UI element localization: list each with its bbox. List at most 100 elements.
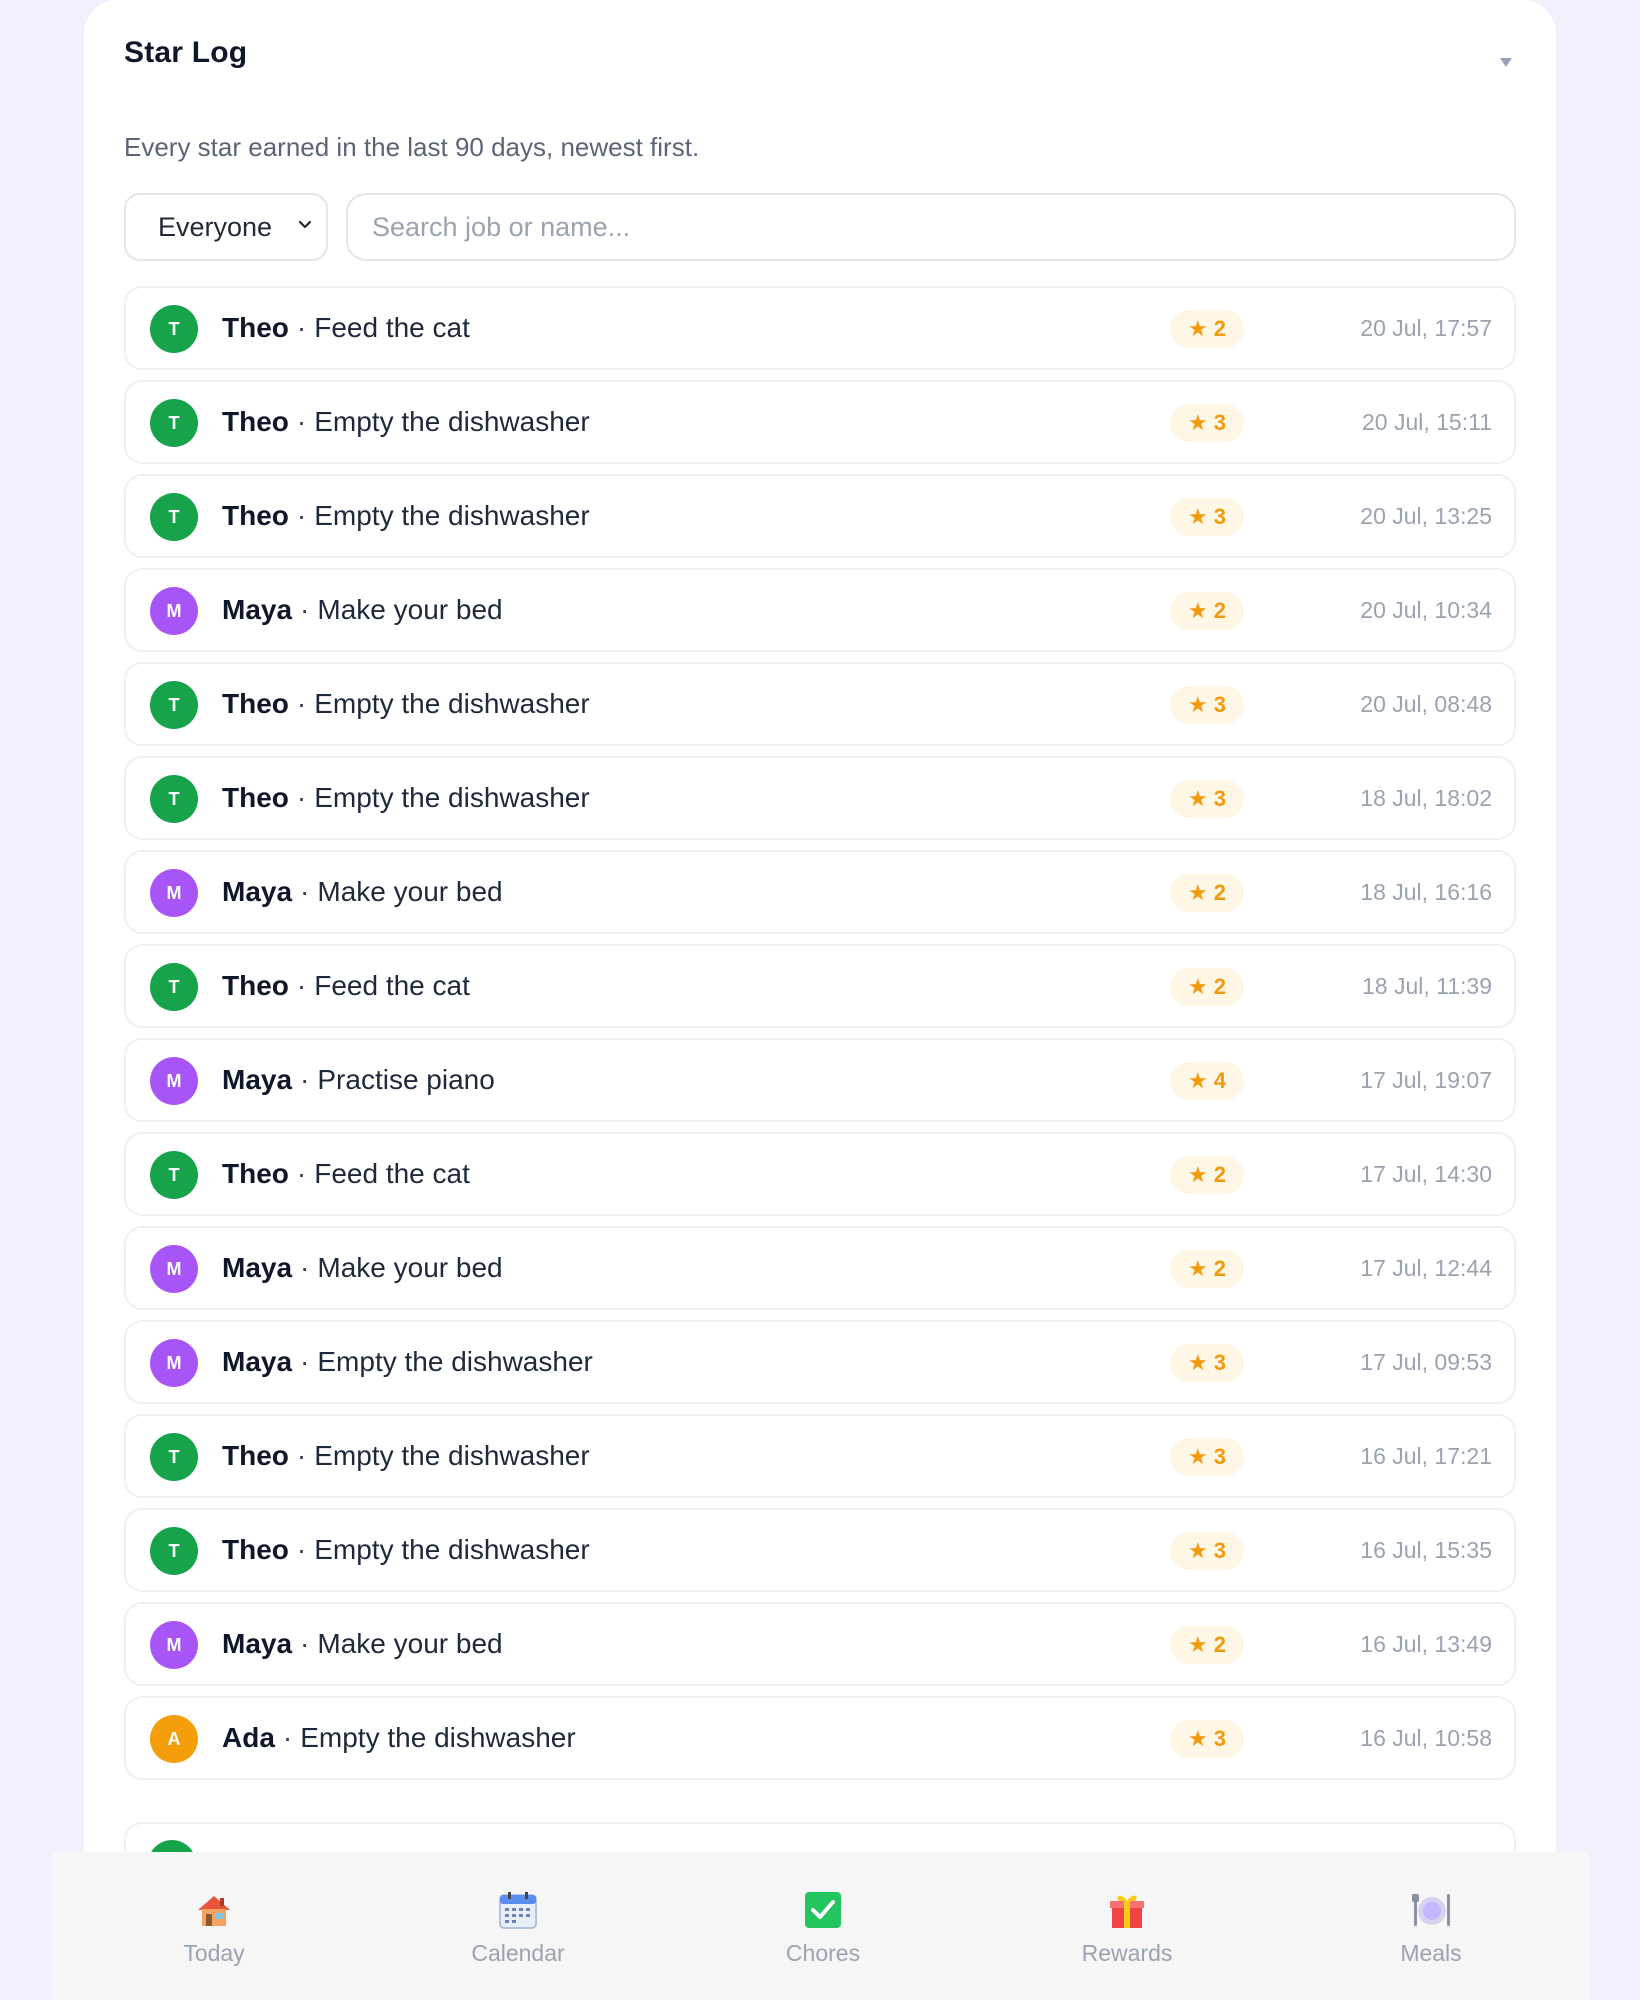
star-count: 3	[1213, 410, 1226, 435]
star-count: 2	[1213, 974, 1226, 999]
avatar-initial: A	[167, 1728, 181, 1749]
avatar: M	[150, 869, 198, 917]
entry-timestamp: 17 Jul, 12:44	[1360, 1254, 1492, 1281]
entry-timestamp: 20 Jul, 08:48	[1360, 690, 1492, 717]
star-badge: ★ 3	[1170, 1532, 1244, 1570]
entry-name: Theo	[222, 500, 289, 531]
entry-name: Maya	[222, 594, 293, 625]
list-item[interactable]: T Theo · Empty the dishwasher ★ 3 20 Jul, 13:2…	[124, 474, 1516, 558]
page-subtitle: Every star earned in the last 90 days, n…	[124, 132, 700, 162]
tab-meals[interactable]: Meals	[1331, 1852, 1531, 2000]
star-count: 2	[1213, 316, 1226, 341]
separator-dot: ·	[300, 876, 310, 907]
collapse-toggle-icon[interactable]	[1500, 58, 1512, 67]
entry-job: Empty the dishwasher	[314, 688, 590, 719]
calendar-icon	[499, 1892, 537, 1929]
entry-job: Empty the dishwasher	[300, 1722, 576, 1753]
entry-timestamp: 16 Jul, 17:21	[1360, 1442, 1492, 1469]
star-icon: ★	[1188, 410, 1208, 435]
tab-today[interactable]: Today	[114, 1852, 314, 2000]
plate-cutlery-icon	[1412, 1894, 1450, 1926]
avatar: T	[150, 493, 198, 541]
star-count: 3	[1213, 786, 1226, 811]
tab-rewards[interactable]: Rewards	[1027, 1852, 1227, 2000]
star-badge: ★ 3	[1170, 780, 1244, 818]
star-count: 2	[1213, 1162, 1226, 1187]
entry-text: Maya · Empty the dishwasher	[222, 1322, 593, 1402]
avatar-initial: M	[166, 1352, 182, 1373]
entry-job: Feed the cat	[314, 312, 470, 343]
entry-job: Practise piano	[317, 1064, 495, 1095]
list-item[interactable]: M Maya · Make your bed ★ 2 20 Jul, 10:34	[124, 568, 1516, 652]
tab-chores[interactable]: Chores	[723, 1852, 923, 2000]
list-item[interactable]: T Theo · Empty the dishwasher ★ 3 16 Jul, 15:3…	[124, 1508, 1516, 1592]
entry-text: Theo · Empty the dishwasher	[222, 476, 590, 556]
tab-label: Today	[183, 1940, 245, 1966]
entry-job: Make your bed	[317, 1252, 503, 1283]
list-item[interactable]: T Theo · Empty the dishwasher ★ 3 18 Jul, 18:0…	[124, 756, 1516, 840]
tab-label: Meals	[1400, 1940, 1462, 1966]
separator-dot: ·	[300, 1346, 310, 1377]
entry-timestamp: 18 Jul, 11:39	[1361, 972, 1492, 999]
entry-timestamp: 18 Jul, 18:02	[1360, 784, 1492, 811]
list-item[interactable]: T Theo · Feed the cat ★ 2 17 Jul, 14:30	[124, 1132, 1516, 1216]
avatar: T	[150, 775, 198, 823]
star-icon: ★	[1188, 880, 1208, 905]
tab-calendar[interactable]: Calendar	[418, 1852, 618, 2000]
entry-job: Empty the dishwasher	[314, 1534, 590, 1565]
star-count: 3	[1213, 692, 1226, 717]
entry-job: Make your bed	[317, 876, 503, 907]
separator-dot: ·	[296, 782, 307, 813]
avatar-initial: T	[168, 318, 180, 339]
entry-name: Maya	[222, 1252, 293, 1283]
separator-dot: ·	[300, 594, 310, 625]
list-item[interactable]: T Theo · Empty the dishwasher ★ 3 20 Jul, 08:4…	[124, 662, 1516, 746]
list-item[interactable]: M Maya · Make your bed ★ 2 17 Jul, 12:44	[124, 1226, 1516, 1310]
star-count: 3	[1213, 1444, 1226, 1469]
entry-text: Maya · Make your bed	[222, 1604, 503, 1684]
star-icon: ★	[1188, 1444, 1208, 1469]
star-badge: ★ 2	[1170, 310, 1244, 348]
list-item[interactable]: M Maya · Make your bed ★ 2 18 Jul, 16:16	[124, 850, 1516, 934]
star-icon: ★	[1188, 974, 1208, 999]
entry-name: Theo	[222, 688, 289, 719]
entry-text: Maya · Make your bed	[222, 570, 503, 650]
star-count: 2	[1213, 598, 1226, 623]
avatar-initial: T	[168, 976, 180, 997]
entry-text: Ada · Empty the dishwasher	[222, 1698, 576, 1778]
search-input[interactable]	[346, 193, 1516, 261]
entry-job: Empty the dishwasher	[314, 782, 590, 813]
separator-dot: ·	[296, 688, 307, 719]
avatar-initial: M	[166, 1258, 182, 1279]
avatar-initial: T	[168, 506, 180, 527]
list-item[interactable]: T Theo · Empty the dishwasher ★ 3 16 Jul, 17:2…	[124, 1414, 1516, 1498]
star-count: 3	[1213, 1350, 1226, 1375]
list-item[interactable]: T Theo · Feed the cat ★ 2 20 Jul, 17:57	[124, 286, 1516, 370]
star-badge: ★ 2	[1170, 592, 1244, 630]
entry-job: Empty the dishwasher	[314, 1440, 590, 1471]
list-item[interactable]: M Maya · Make your bed ★ 2 16 Jul, 13:49	[124, 1602, 1516, 1686]
person-filter-select[interactable]: Everyone	[124, 193, 328, 261]
avatar: T	[150, 305, 198, 353]
separator-dot: ·	[296, 312, 307, 343]
entry-job: Feed the cat	[314, 970, 470, 1001]
entry-name: Maya	[222, 1064, 293, 1095]
avatar: M	[150, 587, 198, 635]
separator-dot: ·	[296, 500, 307, 531]
list-item[interactable]: T Theo · Feed the cat ★ 2 18 Jul, 11:39	[124, 944, 1516, 1028]
check-box-icon	[805, 1892, 841, 1928]
avatar: M	[150, 1621, 198, 1669]
star-icon: ★	[1188, 1632, 1208, 1657]
avatar-initial: M	[166, 882, 182, 903]
list-item[interactable]: M Maya · Empty the dishwasher ★ 3 17 Jul, 09:5…	[124, 1320, 1516, 1404]
list-item[interactable]: A Ada · Empty the dishwasher ★ 3 16 Jul, 10:58	[124, 1696, 1516, 1780]
avatar-initial: M	[166, 1634, 182, 1655]
star-badge: ★ 3	[1170, 404, 1244, 442]
star-count: 2	[1213, 1632, 1226, 1657]
star-count: 3	[1213, 504, 1226, 529]
entry-job: Make your bed	[317, 594, 503, 625]
list-item[interactable]: T Theo · Empty the dishwasher ★ 3 20 Jul, 15:1…	[124, 380, 1516, 464]
list-item[interactable]: M Maya · Practise piano ★ 4 17 Jul, 19:07	[124, 1038, 1516, 1122]
avatar-initial: M	[166, 600, 182, 621]
avatar: T	[150, 1433, 198, 1481]
